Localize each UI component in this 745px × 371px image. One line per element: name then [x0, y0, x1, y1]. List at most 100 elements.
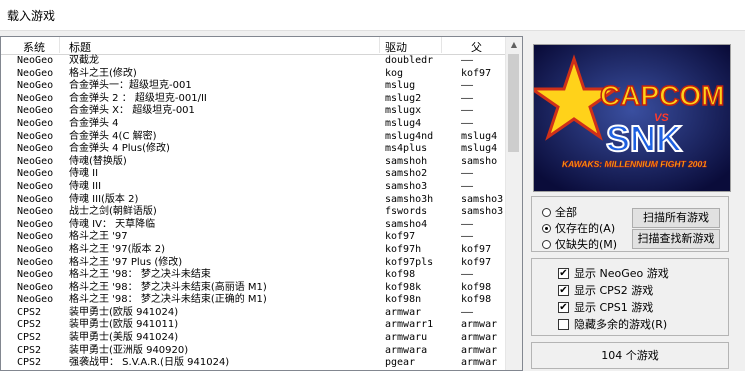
- list-item[interactable]: CPS2 装甲勇士(美版 941024) armwaru armwar: [1, 332, 506, 345]
- list-item[interactable]: CPS2 装甲勇士(亚洲版 940920) armwara armwar: [1, 345, 506, 358]
- list-item[interactable]: NeoGeo 合金弹头 4 mslug4 ——: [1, 118, 506, 131]
- list-item[interactable]: NeoGeo 合金弹头 4(C 解密) mslug4nd mslug4: [1, 131, 506, 144]
- driver-cell: armwar: [385, 306, 422, 318]
- parent-cell: armwar: [461, 344, 498, 356]
- driver-cell: armwarr1: [385, 319, 434, 331]
- checkbox-hide-extra-icon[interactable]: [558, 318, 569, 330]
- checkbox-neogeo-icon[interactable]: ✔: [558, 267, 569, 279]
- list-item[interactable]: NeoGeo 格斗之王 '98： 梦之决斗未结束(正确的 M1) kof98n kof…: [1, 294, 506, 307]
- driver-cell: samsho3h: [385, 193, 434, 205]
- game-preview: CAPCOM VS SNK KAWAKS: MILLENNIUM FIGHT 2…: [533, 44, 731, 192]
- system-cell: NeoGeo: [17, 67, 54, 79]
- radio-existing[interactable]: 仅存在的(A): [542, 220, 615, 236]
- game-list[interactable]: 系统 标题 驱动 父 NeoGeo 双截龙 doubledr —— NeoGeo 格斗之王…: [0, 36, 523, 371]
- radio-missing[interactable]: 仅缺失的(M): [542, 236, 617, 252]
- list-item[interactable]: NeoGeo 格斗之王 '97(版本 2) kof97h kof97: [1, 244, 506, 257]
- column-system[interactable]: 系统: [23, 39, 45, 55]
- system-cell: NeoGeo: [17, 281, 54, 293]
- parent-cell: kof97: [461, 243, 492, 255]
- title-cell: 装甲勇士(美版 941024): [69, 332, 179, 344]
- title-cell: 格斗之王 '97(版本 2): [69, 243, 165, 255]
- list-item[interactable]: NeoGeo 格斗之王 '98： 梦之决斗未结束(高丽语 M1) kof98k kof…: [1, 282, 506, 295]
- list-header: 系统 标题 驱动 父: [1, 37, 506, 55]
- driver-cell: samsho4: [385, 218, 428, 230]
- checkbox-neogeo[interactable]: ✔ 显示 NeoGeo 游戏: [558, 265, 669, 281]
- title-cell: 合金弹头 4 Plus(修改): [69, 143, 170, 155]
- checkbox-cps1-icon[interactable]: ✔: [558, 301, 569, 313]
- list-item[interactable]: NeoGeo 格斗之王 '97 kof97 ——: [1, 231, 506, 244]
- checkbox-cps2-icon[interactable]: ✔: [558, 284, 569, 296]
- parent-cell: ——: [461, 168, 474, 180]
- list-item[interactable]: NeoGeo 侍魂(替换版) samshoh samsho: [1, 156, 506, 169]
- window-title: 载入游戏: [7, 9, 56, 23]
- radio-existing-icon[interactable]: [542, 223, 551, 233]
- scan-all-button[interactable]: 扫描所有游戏: [632, 208, 720, 228]
- title-cell: 合金弹头一：超级坦克-001: [69, 80, 192, 92]
- list-item[interactable]: NeoGeo 合金弹头 4 Plus(修改) ms4plus mslug4: [1, 143, 506, 156]
- driver-cell: kof98n: [385, 294, 422, 306]
- list-item[interactable]: NeoGeo 侍魂 IV： 天草降临 samsho4 ——: [1, 219, 506, 232]
- list-item[interactable]: NeoGeo 格斗之王 '97 Plus (修改) kof97pls kof97: [1, 257, 506, 270]
- list-item[interactable]: NeoGeo 双截龙 doubledr ——: [1, 55, 506, 68]
- list-item[interactable]: NeoGeo 侍魂 III(版本 2) samsho3h samsho3: [1, 194, 506, 207]
- list-item[interactable]: NeoGeo 格斗之王 '98： 梦之决斗未结束 kof98 ——: [1, 269, 506, 282]
- list-item[interactable]: CPS2 强袭战甲： S.V.A.R.(日版 941024) pgear armwar: [1, 357, 506, 370]
- title-cell: 格斗之王 '97 Plus (修改): [69, 256, 183, 268]
- radio-all-icon[interactable]: [542, 207, 551, 217]
- driver-cell: kog: [385, 67, 404, 79]
- parent-cell: kof98: [461, 281, 492, 293]
- column-parent[interactable]: 父: [471, 39, 482, 55]
- game-count: 104 个游戏: [531, 342, 729, 369]
- title-cell: 合金弹头 2 ： 超级坦克-001/II: [69, 92, 207, 104]
- list-item[interactable]: NeoGeo 格斗之王(修改) kog kof97: [1, 68, 506, 81]
- driver-cell: mslugx: [385, 105, 422, 117]
- system-cell: CPS2: [17, 357, 42, 369]
- list-item[interactable]: NeoGeo 侍魂 II samsho2 ——: [1, 168, 506, 181]
- scroll-up-icon[interactable]: ▲: [506, 37, 522, 53]
- title-cell: 装甲勇士(欧版 941024): [69, 306, 179, 318]
- title-cell: 双截龙: [69, 55, 99, 66]
- checkbox-cps1[interactable]: ✔ 显示 CPS1 游戏: [558, 299, 653, 315]
- parent-cell: ——: [461, 92, 474, 104]
- list-item[interactable]: NeoGeo 合金弹头 X： 超级坦克-001 mslugx ——: [1, 105, 506, 118]
- column-driver[interactable]: 驱动: [385, 39, 407, 55]
- parent-cell: samsho: [461, 155, 498, 167]
- list-item[interactable]: NeoGeo 战士之剑(朝鲜语版) fswords samsho3: [1, 206, 506, 219]
- system-cell: NeoGeo: [17, 105, 54, 117]
- parent-cell: ——: [461, 306, 474, 318]
- logo-snk: SNK: [606, 118, 682, 159]
- list-item[interactable]: NeoGeo 合金弹头 2 ： 超级坦克-001/II mslug2 ——: [1, 93, 506, 106]
- parent-cell: ——: [461, 231, 474, 243]
- scrollbar-thumb[interactable]: [508, 54, 519, 152]
- driver-cell: kof98: [385, 269, 416, 281]
- driver-cell: pgear: [385, 357, 416, 369]
- scan-new-button[interactable]: 扫描查找新游戏: [632, 229, 720, 249]
- title-cell: 战士之剑(朝鲜语版): [69, 206, 157, 218]
- title-cell: 格斗之王(修改): [69, 67, 137, 79]
- list-item[interactable]: NeoGeo 侍魂 III samsho3 ——: [1, 181, 506, 194]
- checkbox-hide-extra[interactable]: 隐藏多余的游戏(R): [558, 316, 667, 332]
- parent-cell: ——: [461, 269, 474, 281]
- driver-cell: samshoh: [385, 155, 428, 167]
- title-cell: 侍魂(替换版): [69, 155, 127, 167]
- radio-all[interactable]: 全部: [542, 204, 577, 220]
- list-item[interactable]: CPS2 装甲勇士(欧版 941024) armwar ——: [1, 307, 506, 320]
- radio-missing-icon[interactable]: [542, 239, 551, 249]
- list-item[interactable]: NeoGeo 合金弹头一：超级坦克-001 mslug ——: [1, 80, 506, 93]
- list-item[interactable]: CPS2 装甲勇士(欧版 941011) armwarr1 armwar: [1, 319, 506, 332]
- column-title[interactable]: 标题: [69, 39, 91, 55]
- system-cell: NeoGeo: [17, 117, 54, 129]
- title-cell: 格斗之王 '97: [69, 231, 128, 243]
- system-cell: CPS2: [17, 332, 42, 344]
- logo-subtitle: KAWAKS: MILLENNIUM FIGHT 2001: [562, 159, 707, 169]
- title-cell: 侍魂 III: [69, 180, 102, 192]
- parent-cell: kof97: [461, 67, 492, 79]
- system-cell: NeoGeo: [17, 143, 54, 155]
- parent-cell: armwar: [461, 319, 498, 331]
- vertical-scrollbar[interactable]: ▲: [505, 37, 522, 370]
- capcom-vs-snk-logo: CAPCOM VS SNK KAWAKS: MILLENNIUM FIGHT 2…: [534, 45, 730, 191]
- driver-cell: mslug: [385, 80, 416, 92]
- title-cell: 装甲勇士(亚洲版 940920): [69, 344, 189, 356]
- title-cell: 格斗之王 '98： 梦之决斗未结束(高丽语 M1): [69, 281, 267, 293]
- checkbox-cps2[interactable]: ✔ 显示 CPS2 游戏: [558, 282, 653, 298]
